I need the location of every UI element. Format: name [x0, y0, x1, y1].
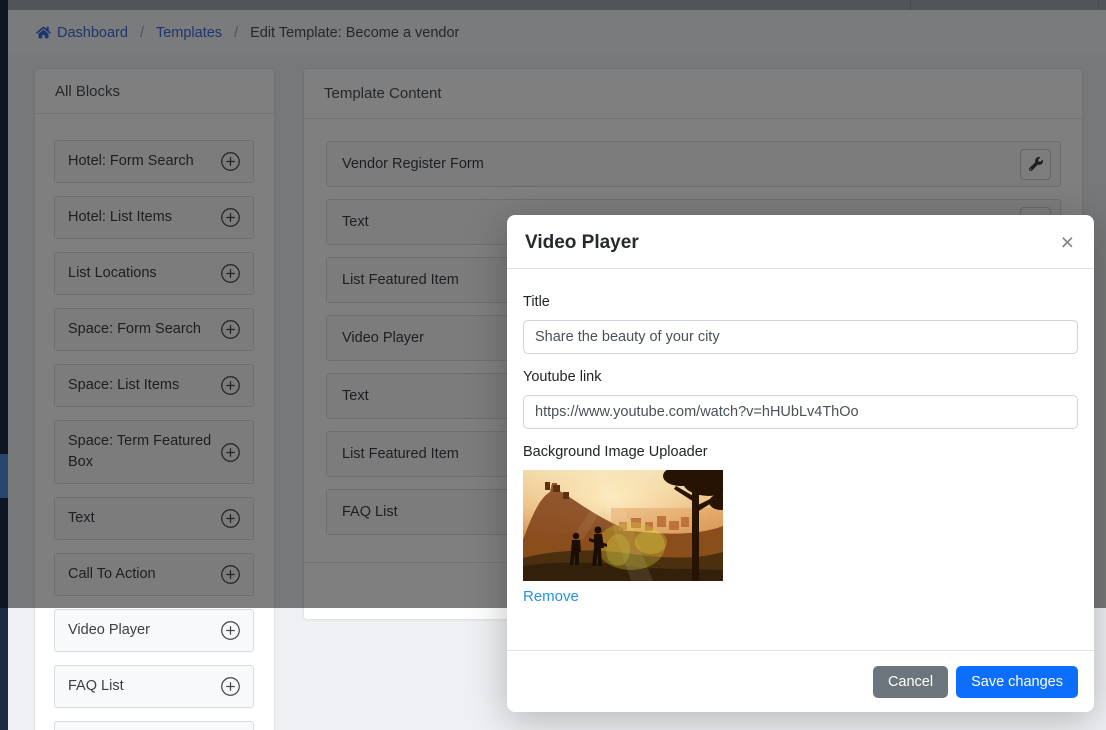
add-block-icon[interactable] [220, 676, 241, 697]
title-field-label: Title [523, 294, 1078, 310]
background-image-uploader-label: Background Image Uploader [523, 444, 1078, 460]
close-icon[interactable]: × [1061, 231, 1074, 254]
modal-body: Title Youtube link Background Image Uplo… [507, 269, 1094, 650]
cancel-button[interactable]: Cancel [873, 666, 948, 698]
background-image-uploader-group: Background Image Uploader [523, 444, 1078, 606]
modal-title: Video Player [525, 232, 639, 254]
youtube-field-group: Youtube link [523, 369, 1078, 429]
youtube-link-input[interactable] [523, 395, 1078, 429]
video-player-modal: Video Player × Title Youtube link Backgr… [507, 215, 1094, 712]
modal-header: Video Player × [507, 215, 1094, 269]
modal-footer: Cancel Save changes [507, 650, 1094, 712]
block-item-video-player[interactable]: Video Player [54, 609, 254, 652]
background-image-preview [523, 470, 723, 581]
block-item-label: FAQ List [68, 676, 130, 697]
save-changes-button[interactable]: Save changes [956, 666, 1078, 698]
youtube-field-label: Youtube link [523, 369, 1078, 385]
block-item-partial[interactable] [54, 721, 254, 730]
remove-image-link[interactable]: Remove [523, 588, 579, 605]
page: Dashboard / Templates / Edit Template: B… [0, 0, 1106, 730]
add-block-icon[interactable] [220, 620, 241, 641]
title-field-group: Title [523, 294, 1078, 354]
title-input[interactable] [523, 320, 1078, 354]
block-item-faq-list[interactable]: FAQ List [54, 665, 254, 708]
block-item-label: Video Player [68, 620, 156, 641]
